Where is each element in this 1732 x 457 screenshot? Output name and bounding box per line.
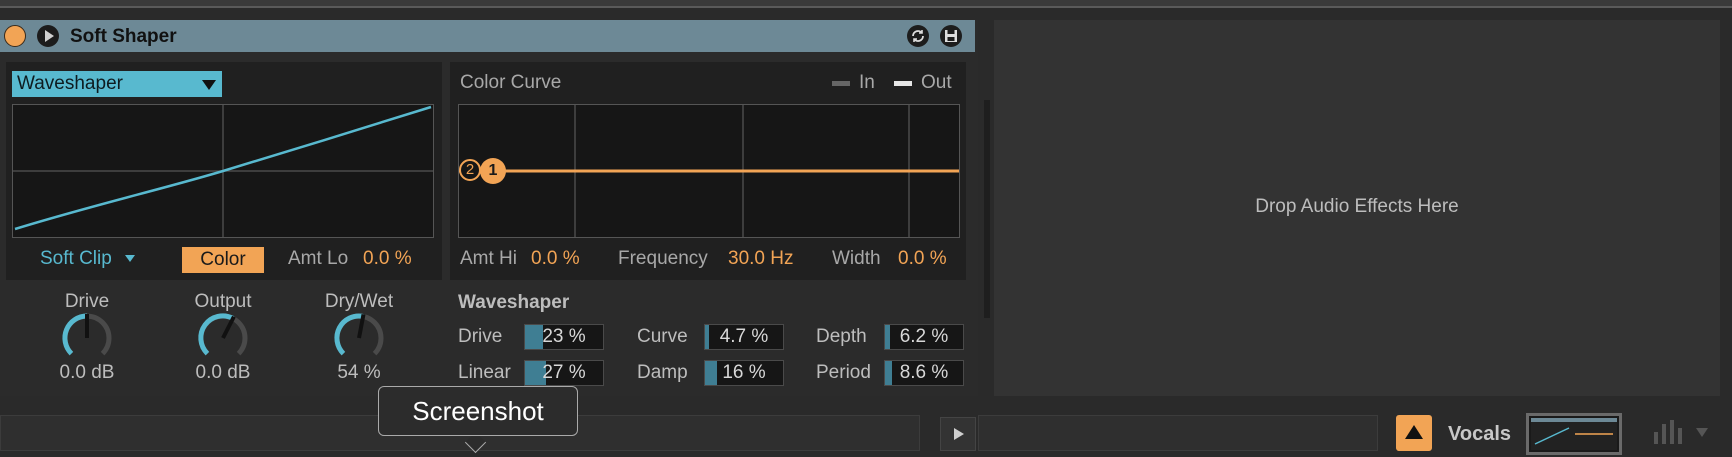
param-curve-label: Curve <box>637 326 688 347</box>
shaper-curve-display[interactable] <box>12 104 434 238</box>
param-drive-slider[interactable]: 23 % <box>524 324 604 350</box>
meter-bars-icon[interactable] <box>1654 420 1684 449</box>
chevron-down-icon <box>202 80 216 90</box>
legend-in-swatch <box>832 81 850 86</box>
param-damp-value: 16 % <box>722 362 766 383</box>
color-curve-display[interactable] <box>458 104 960 238</box>
param-curve-slider[interactable]: 4.7 % <box>704 324 784 350</box>
legend-out-swatch <box>894 81 912 86</box>
curve-point-1[interactable]: 1 <box>480 158 506 184</box>
param-drive-value: 23 % <box>542 326 586 347</box>
curve-type-label: Soft Clip <box>40 248 112 269</box>
param-linear-label: Linear <box>458 362 511 383</box>
param-depth-slider[interactable]: 6.2 % <box>884 324 964 350</box>
output-knob-value: 0.0 dB <box>195 362 251 383</box>
mode-dropdown-label: Waveshaper <box>17 73 123 94</box>
frequency-value[interactable]: 30.0 Hz <box>728 248 793 270</box>
shaper-curve-svg <box>13 105 433 237</box>
param-linear-value: 27 % <box>542 362 586 383</box>
amt-lo-label: Amt Lo <box>288 248 349 269</box>
amt-lo-value[interactable]: 0.0 % <box>363 248 412 270</box>
amt-hi-label: Amt Hi <box>460 248 517 269</box>
device-title: Soft Shaper <box>70 26 177 47</box>
screenshot-tooltip: Screenshot <box>378 386 578 436</box>
amt-hi-value[interactable]: 0.0 % <box>531 248 580 270</box>
curve-point-2[interactable]: 2 <box>459 159 481 181</box>
color-button[interactable]: Color <box>182 247 264 273</box>
param-period-value: 8.6 % <box>899 362 949 383</box>
param-curve-fill <box>705 325 709 349</box>
device-chain-scrollbar[interactable] <box>984 100 990 318</box>
play-icon[interactable] <box>37 25 59 47</box>
curve-point-2-label: 2 <box>465 161 475 178</box>
legend-in-label: In <box>859 72 875 93</box>
chevron-down-icon <box>125 255 136 263</box>
param-linear-slider[interactable]: 27 % <box>524 360 604 386</box>
track-name: Vocals <box>1448 423 1511 445</box>
color-curve-svg <box>459 105 959 237</box>
drive-knob-value: 0.0 dB <box>59 362 115 383</box>
drywet-knob-value: 54 % <box>337 362 381 383</box>
param-damp-slider[interactable]: 16 % <box>704 360 784 386</box>
thumbnail-preview <box>1531 418 1617 450</box>
width-value[interactable]: 0.0 % <box>898 248 947 270</box>
device-thumbnail[interactable] <box>1526 413 1622 455</box>
param-period-label: Period <box>816 362 871 383</box>
param-depth-label: Depth <box>816 326 867 347</box>
param-curve-value: 4.7 % <box>719 326 769 347</box>
mode-dropdown[interactable]: Waveshaper <box>12 71 222 97</box>
curve-type-selector[interactable]: Soft Clip <box>40 248 136 270</box>
param-damp-label: Damp <box>637 362 688 383</box>
param-damp-fill <box>705 361 717 385</box>
bottom-device-field[interactable] <box>978 415 1378 451</box>
play-icon[interactable] <box>940 417 976 451</box>
param-depth-value: 6.2 % <box>899 326 949 347</box>
save-icon[interactable] <box>940 25 962 47</box>
chevron-down-icon[interactable] <box>1696 428 1708 437</box>
waveshaper-section-title: Waveshaper <box>458 292 570 313</box>
param-period-fill <box>885 361 892 385</box>
refresh-icon[interactable] <box>907 25 929 47</box>
curve-point-1-label: 1 <box>488 162 498 179</box>
param-period-slider[interactable]: 8.6 % <box>884 360 964 386</box>
color-curve-title: Color Curve <box>460 72 562 93</box>
frequency-label: Frequency <box>618 248 708 269</box>
legend-out-label: Out <box>921 72 952 93</box>
param-drive-fill <box>525 325 543 349</box>
param-drive-label: Drive <box>458 326 503 347</box>
top-border <box>0 0 1732 8</box>
expand-up-button[interactable] <box>1396 415 1432 451</box>
device-power-button[interactable] <box>4 25 26 47</box>
drop-zone-text: Drop Audio Effects Here <box>1255 196 1459 217</box>
width-label: Width <box>832 248 881 269</box>
param-depth-fill <box>885 325 890 349</box>
